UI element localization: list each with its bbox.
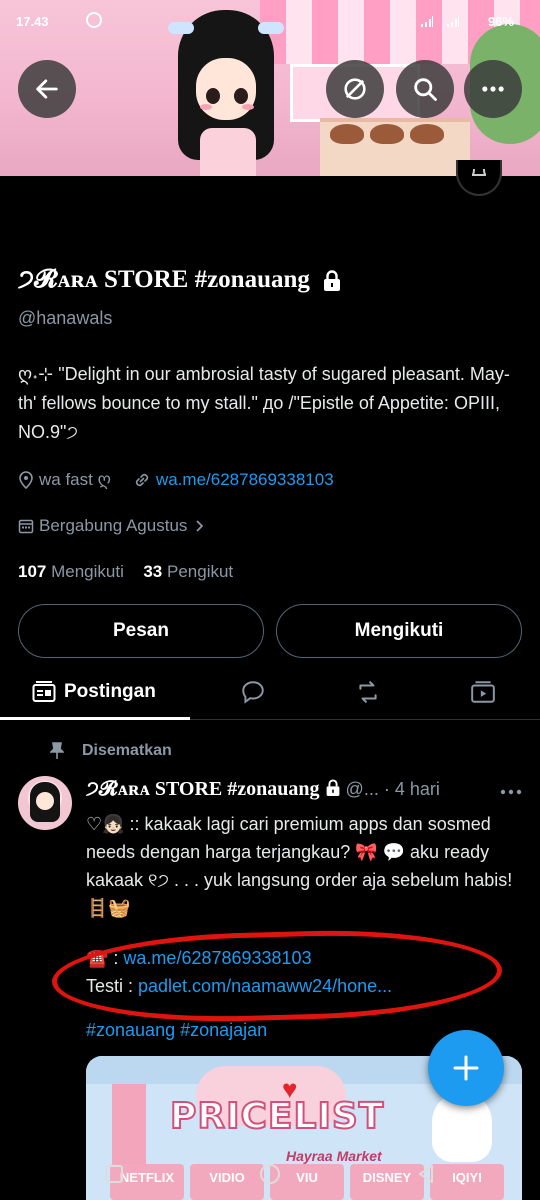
search-icon [414,78,437,101]
banner-character-eye [234,88,248,104]
active-tab-indicator [0,717,190,720]
banner-bun [410,124,444,144]
chevron-right-icon [196,520,204,532]
followers-count: 33 [143,562,163,581]
signal-icon [447,16,459,27]
signal-icon [421,16,433,27]
repost-icon [359,681,377,703]
profile-location: wa fast ღ [39,470,111,489]
avatar-face [36,792,54,810]
media-title: PRICELIST [169,1095,385,1138]
tab-media[interactable] [470,664,496,720]
profile-bio: ღ˖⊹ "Delight in our ambrosial tasty of s… [18,364,510,442]
banner-character-blush [242,104,254,110]
profile-tabs: Postingan [0,664,540,720]
tab-posts-label: Postingan [64,681,156,702]
post-avatar[interactable] [18,776,72,830]
profile-name-text: ੭𝓡ᴀʀᴀ STORE #zonauang [18,266,310,293]
more-options-button[interactable] [464,60,522,118]
calendar-icon [18,519,34,534]
compose-post-button[interactable] [428,1030,504,1106]
following-label: Mengikuti [51,562,124,581]
location-icon [19,471,33,489]
arrow-left-icon [36,79,58,99]
link-icon [135,473,149,487]
pin-icon [50,742,64,759]
pinned-label: Disematkan [82,742,172,759]
lock-icon [324,270,341,292]
notification-bell-button[interactable] [456,160,502,196]
more-icon [500,789,522,795]
status-time: 17.43 [16,14,49,29]
video-icon [471,681,495,703]
more-icon [482,86,504,92]
tab-reposts[interactable] [354,664,382,720]
media-ribbon [112,1084,146,1164]
post-author-name[interactable]: ੭𝓡ᴀʀᴀ STORE #zonauang [86,778,320,800]
banner-character-blush [200,104,212,110]
following-count: 107 [18,562,47,581]
post-header: ੭𝓡ᴀʀᴀ STORE #zonauang @... · 4 hari [86,778,440,801]
reply-icon [242,681,264,704]
back-button[interactable] [18,60,76,118]
followers-stat[interactable]: 33 Pengikut [143,562,233,581]
posts-icon [32,681,56,702]
lock-icon [326,779,339,796]
post-author-handle[interactable]: @... [346,779,379,799]
banner-bun [370,124,404,144]
post-more-button[interactable] [500,782,522,800]
message-button[interactable]: Pesan [18,604,264,658]
profile-handle: @hanawals [18,308,113,328]
back-nav-icon[interactable] [414,1162,438,1186]
post-hashtags[interactable]: #zonauang #zonajajan [86,1020,267,1041]
grok-button[interactable] [326,60,384,118]
followers-label: Pengikut [167,562,234,581]
following-stat[interactable]: 107 Mengikuti [18,562,124,581]
search-button[interactable] [396,60,454,118]
banner-character-body [200,128,256,176]
pinned-indicator: Disematkan [50,742,172,760]
post-time: · 4 hari [383,779,440,799]
home-icon[interactable] [258,1162,282,1186]
banner-character-eye [206,88,220,104]
profile-meta-row: wa fast ღ wa.me/6287869338103 [18,470,334,490]
bell-icon [471,168,487,176]
banner-character-face [196,58,256,120]
grok-icon [344,78,366,100]
profile-joined: Bergabung Agustus [39,516,188,535]
banner-bun [330,124,364,144]
battery-level: 96% [487,14,514,29]
profile-joined-row[interactable]: Bergabung Agustus [18,516,212,536]
tab-posts[interactable]: Postingan [32,664,156,720]
follow-stats: 107 Mengikuti 33 Pengikut [18,562,233,582]
tab-replies[interactable] [240,664,266,720]
profile-name: ੭𝓡ᴀʀᴀ STORE #zonauang [18,266,342,294]
system-nav-bar [0,1154,540,1200]
status-bar: 17.43 96% [0,12,540,34]
whatsapp-icon [86,12,102,28]
plus-icon [453,1055,479,1081]
profile-website-link[interactable]: wa.me/6287869338103 [156,470,334,490]
recents-icon[interactable] [102,1162,126,1186]
post-text: ♡👧🏻 :: kakaak lagi cari premium apps dan… [86,814,513,918]
following-button[interactable]: Mengikuti [276,604,522,658]
